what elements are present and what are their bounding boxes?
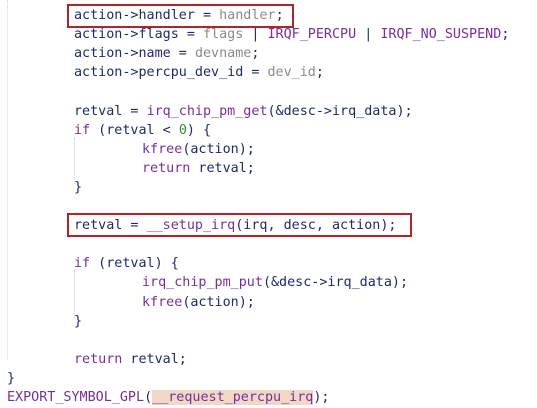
- code-token: return: [142, 160, 191, 176]
- code-token: ;: [315, 65, 324, 81]
- code-token: (: [144, 390, 153, 405]
- code-line[interactable]: kfree(action);: [142, 293, 255, 312]
- code-line[interactable]: return retval;: [142, 159, 255, 178]
- code-line[interactable]: action->name = devname;: [74, 44, 259, 63]
- code-token: (retval) {: [90, 256, 179, 272]
- code-line[interactable]: }: [7, 369, 15, 388]
- code-token: 0: [178, 122, 187, 138]
- code-token: devname: [194, 46, 252, 62]
- code-token: =: [170, 46, 195, 62]
- code-token: irq_chip_pm_put: [142, 275, 263, 291]
- code-token: IRQF_NO_SUSPEND: [380, 27, 502, 43]
- code-token: ;: [251, 46, 260, 62]
- code-token: |: [356, 27, 381, 43]
- code-token: if: [74, 256, 91, 272]
- code-token: );: [313, 390, 330, 405]
- code-token: kfree: [142, 141, 183, 157]
- code-token: (retval <: [90, 122, 179, 138]
- code-line[interactable]: irq_chip_pm_put(&desc->irq_data);: [142, 273, 408, 292]
- code-line[interactable]: if (retval) {: [74, 254, 179, 273]
- code-token: action->flags: [74, 27, 179, 43]
- highlight-box-handler-line: [67, 4, 294, 28]
- code-token: __request_percpu_irq: [152, 390, 314, 405]
- code-token: action->percpu_dev_id: [74, 65, 244, 81]
- code-token: =: [178, 27, 203, 43]
- code-token: (&desc->irq_data);: [262, 275, 409, 291]
- code-line[interactable]: }: [74, 312, 82, 331]
- code-token: kfree: [142, 294, 183, 310]
- code-line[interactable]: kfree(action);: [142, 140, 255, 159]
- code-token: action->name: [74, 46, 171, 62]
- code-token: ;: [501, 27, 510, 43]
- code-token: irq_chip_pm_get: [146, 103, 268, 119]
- code-token: retval;: [122, 351, 187, 367]
- code-token: =: [243, 65, 268, 81]
- code-token: ) {: [186, 122, 212, 138]
- code-line[interactable]: return retval;: [74, 350, 187, 369]
- code-line[interactable]: }: [74, 178, 82, 197]
- code-editor[interactable]: action->handler = handler; action->flags …: [0, 0, 537, 408]
- code-token: dev_id: [267, 65, 316, 81]
- code-token: EXPORT_SYMBOL_GPL: [7, 390, 145, 405]
- code-token: if: [74, 122, 91, 138]
- code-token: (action);: [182, 141, 255, 157]
- gutter-guide: [7, 0, 8, 360]
- code-token: (action);: [182, 294, 255, 310]
- code-line[interactable]: if (retval < 0) {: [74, 121, 211, 140]
- code-line[interactable]: action->percpu_dev_id = dev_id;: [74, 63, 324, 82]
- code-token: return: [74, 351, 123, 367]
- code-token: |: [243, 27, 268, 43]
- code-token: retval: [74, 103, 123, 119]
- code-token: retval;: [190, 160, 255, 176]
- highlight-box-setup-irq-line: [67, 213, 412, 237]
- code-line[interactable]: EXPORT_SYMBOL_GPL(__request_percpu_irq);: [7, 388, 330, 407]
- code-token: (&desc->irq_data);: [267, 103, 413, 119]
- code-line[interactable]: retval = irq_chip_pm_get(&desc->irq_data…: [74, 102, 413, 121]
- code-token: IRQF_PERCPU: [267, 27, 357, 43]
- code-token: }: [74, 179, 83, 195]
- code-token: }: [7, 370, 16, 386]
- code-token: }: [74, 313, 83, 329]
- code-token: flags: [203, 27, 244, 43]
- code-token: =: [122, 103, 147, 119]
